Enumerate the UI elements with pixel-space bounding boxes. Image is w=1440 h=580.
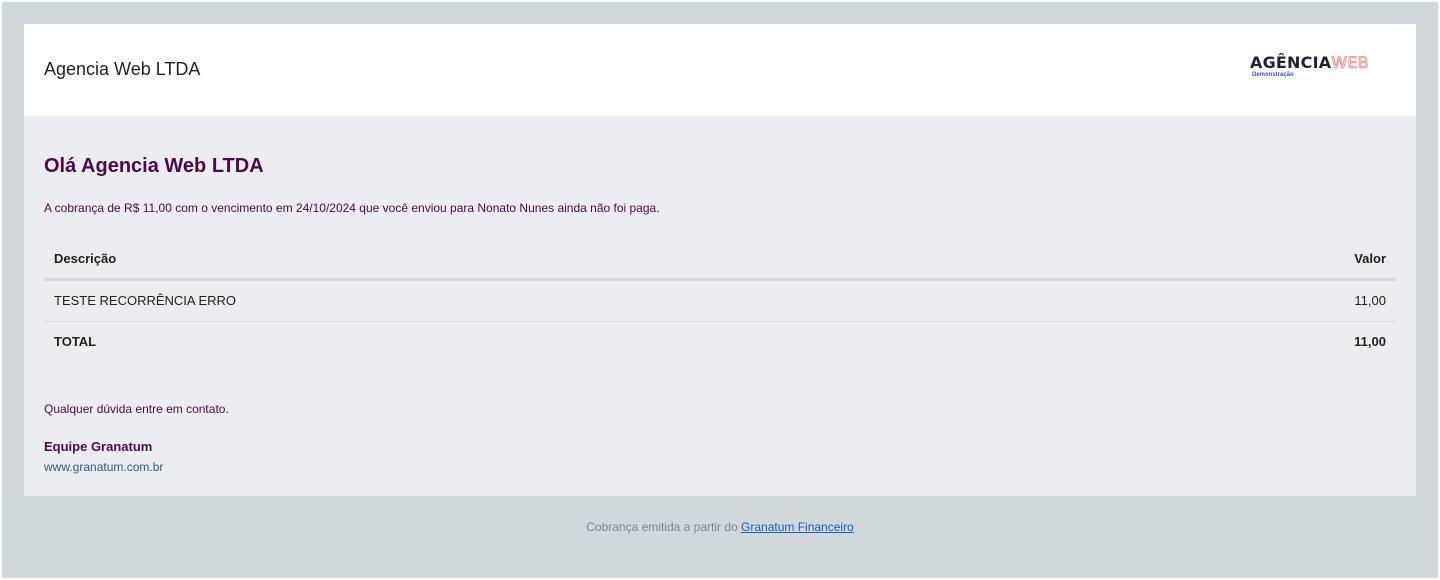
invoice-message: A cobrança de R$ 11,00 com o vencimento … — [44, 201, 660, 215]
website-link[interactable]: www.granatum.com.br — [44, 459, 163, 475]
company-name: Agencia Web LTDA — [44, 59, 201, 79]
description-header: Descrição — [54, 251, 117, 266]
logo-subtitle: Demonstração — [1252, 72, 1294, 78]
total-label: TOTAL — [54, 334, 97, 349]
footer-text: Cobrança emitida a partir do — [586, 520, 738, 534]
email-footer: Cobrança emitida a partir do Granatum Fi… — [2, 519, 1438, 535]
logo-text-accent: WEB — [1331, 53, 1369, 73]
email-outer-container: Agencia Web LTDA AGÊNCIAWEB Demonstração… — [2, 2, 1438, 578]
invoice-card: Agencia Web LTDA AGÊNCIAWEB Demonstração… — [24, 24, 1416, 496]
granatum-financeiro-link[interactable]: Granatum Financeiro — [741, 520, 854, 534]
invoice-header: Agencia Web LTDA AGÊNCIAWEB Demonstração — [24, 24, 1416, 116]
logo-wordmark: AGÊNCIAWEB — [1250, 53, 1369, 73]
value-header: Valor — [1354, 251, 1386, 266]
contact-text: Qualquer dúvida entre em contato. — [44, 402, 229, 416]
company-logo: AGÊNCIAWEB Demonstração — [1250, 53, 1380, 83]
greeting-title: Olá Agencia Web LTDA — [44, 155, 264, 177]
item-value: 11,00 — [1354, 293, 1386, 308]
total-value: 11,00 — [1354, 334, 1386, 349]
logo-text-main: AGÊNCIA — [1250, 53, 1332, 72]
table-header-row: Descrição Valor — [44, 240, 1396, 281]
table-total-row: TOTAL 11,00 — [44, 322, 1396, 362]
item-description: TESTE RECORRÊNCIA ERRO — [54, 293, 237, 308]
table-row: TESTE RECORRÊNCIA ERRO 11,00 — [44, 281, 1396, 322]
invoice-table: Descrição Valor TESTE RECORRÊNCIA ERRO 1… — [44, 240, 1396, 362]
team-name: Equipe Granatum — [44, 439, 153, 454]
